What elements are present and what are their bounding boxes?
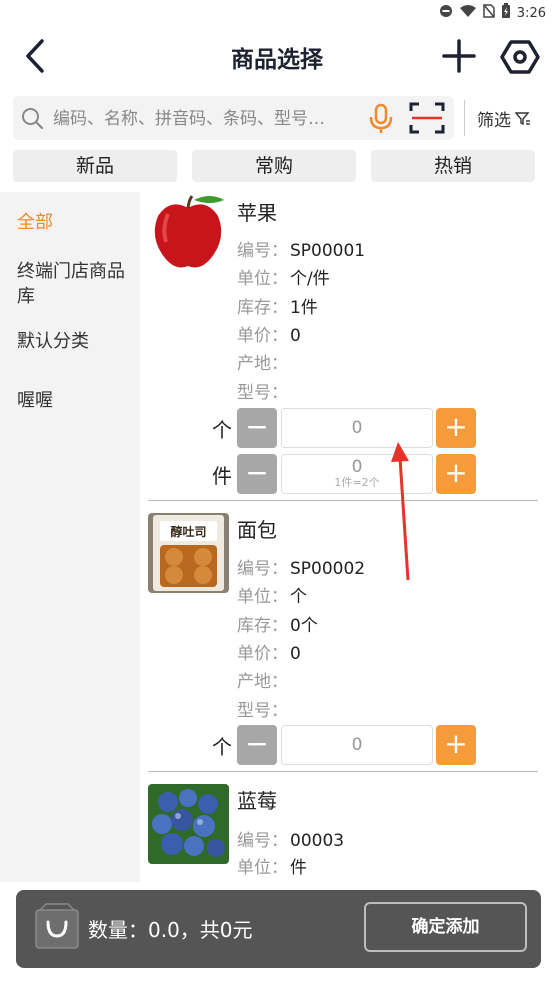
product-price: 单价： 0 [237, 326, 301, 346]
product-name: 面包 [237, 518, 277, 542]
settings-hexagon-icon [500, 40, 540, 74]
product-origin: 产地： [237, 672, 288, 692]
tab-bar: 新品 常购 热销 [13, 150, 535, 182]
plus-icon [442, 39, 476, 73]
wifi-icon [459, 4, 477, 22]
unit-conversion-hint: 1件=2个 [334, 476, 380, 489]
quantity-input[interactable]: 0 [281, 725, 433, 765]
product-name: 苹果 [237, 201, 277, 225]
tab-hot[interactable]: 热销 [371, 150, 535, 182]
tab-frequent[interactable]: 常购 [192, 150, 356, 182]
increase-button[interactable]: + [436, 408, 476, 448]
category-terminal-store[interactable]: 终端门店商品库 [17, 259, 141, 309]
shopping-bag-icon[interactable] [34, 902, 80, 950]
cart-bar: 数量：0.0，共0元 确定添加 [16, 890, 541, 968]
quantity-input[interactable]: 0 1件=2个 [281, 454, 433, 494]
apple-image[interactable] [148, 194, 229, 274]
bread-image[interactable]: 醇吐司 [148, 513, 229, 593]
blueberry-image[interactable] [148, 784, 229, 864]
product-list: 苹果 编号： SP00001 单位： 个/件 库存： 1件 单价： 0 产地： 型号： … [141, 192, 554, 882]
unit-label: 件 [212, 464, 232, 488]
quantity-stepper: 件 − 0 1件=2个 + [141, 454, 554, 494]
battery-icon [501, 3, 511, 23]
status-bar: 3:26 [0, 0, 554, 24]
quantity-input[interactable]: 0 [281, 408, 433, 448]
search-input[interactable] [51, 104, 355, 134]
category-sidebar: 全部 终端门店商品库 默认分类 喔喔 [0, 192, 140, 882]
product-price: 单价： 0 [237, 644, 301, 664]
unit-label: 个 [212, 418, 232, 442]
status-icons: 3:26 [439, 3, 546, 23]
tab-new[interactable]: 新品 [13, 150, 177, 182]
search-icon [22, 108, 43, 129]
product-name: 蓝莓 [237, 789, 277, 813]
product-code: 编号： 00003 [237, 831, 345, 851]
unit-label: 个 [212, 735, 232, 759]
cart-summary: 数量：0.0，共0元 [88, 918, 253, 942]
quantity-stepper: 个 − 0 + [141, 725, 554, 765]
item-divider [148, 771, 538, 772]
dnd-icon [439, 4, 453, 22]
increase-button[interactable]: + [436, 725, 476, 765]
microphone-icon[interactable] [369, 103, 393, 135]
search-bar [13, 96, 454, 140]
filter-button[interactable]: 筛选 [477, 106, 531, 131]
bread-package-text: 醇吐司 [170, 524, 206, 539]
product-unit: 单位：件 [237, 858, 307, 878]
quantity-stepper: 个 − 0 + [141, 408, 554, 448]
category-wowo[interactable]: 喔喔 [17, 388, 141, 413]
category-default[interactable]: 默认分类 [17, 329, 141, 354]
item-divider [148, 500, 538, 501]
product-model: 型号： [237, 701, 288, 721]
status-time: 3:26 [516, 5, 546, 21]
product-unit: 单位： 个/件 [237, 269, 330, 289]
title-bar: 商品选择 [0, 24, 554, 90]
product-unit: 单位：个 [237, 587, 307, 607]
scan-icon[interactable] [409, 101, 445, 135]
decrease-button[interactable]: − [237, 408, 277, 448]
product-model: 型号： [237, 383, 288, 403]
product-origin: 产地： [237, 354, 288, 374]
decrease-button[interactable]: − [237, 454, 277, 494]
increase-button[interactable]: + [436, 454, 476, 494]
decrease-button[interactable]: − [237, 725, 277, 765]
confirm-add-button[interactable]: 确定添加 [364, 902, 527, 952]
category-all[interactable]: 全部 [17, 210, 141, 235]
product-code: 编号： SP00001 [237, 241, 366, 261]
settings-button[interactable] [500, 37, 540, 77]
search-separator [464, 100, 465, 136]
product-stock: 库存： 1件 [237, 298, 318, 318]
add-button[interactable] [441, 38, 477, 74]
no-sim-icon [483, 4, 495, 22]
product-stock: 库存： 0个 [237, 616, 318, 636]
filter-label: 筛选 [477, 111, 511, 131]
product-code: 编号： SP00002 [237, 559, 366, 579]
filter-icon [515, 111, 530, 125]
